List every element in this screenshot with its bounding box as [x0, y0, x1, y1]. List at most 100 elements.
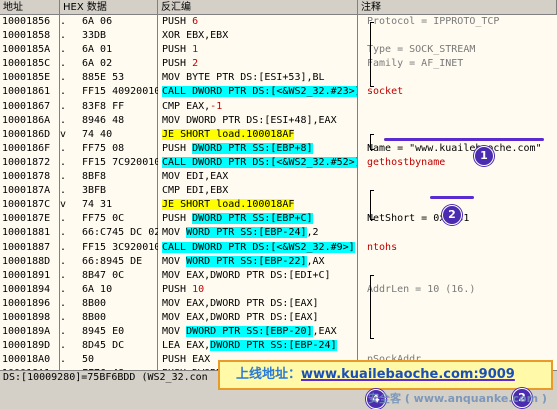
hex-cell: 885E 53 [82, 72, 125, 84]
disasm-cell: JE SHORT load.100018AF [162, 128, 357, 142]
disasm-token: PUSH [162, 142, 193, 154]
jump-marker: . [60, 30, 67, 42]
address-cell: 10001881 [2, 227, 51, 239]
comment-cell: Protocol = IPPROTO_TCP [367, 15, 557, 29]
instruction-row[interactable]: 1000185C. 6A 02 PUSH 2 Family = AF_INET [0, 57, 557, 71]
address-cell: 1000187C [2, 199, 51, 211]
comment-cell: Type = SOCK_STREAM [367, 43, 557, 57]
comment-cell: Family = AF_INET [367, 57, 557, 71]
address-cell: 1000187A [2, 185, 51, 197]
callout-url: www.kuailebaoche.com:9009 [301, 367, 515, 382]
instruction-row[interactable]: 1000189D. 8D45 DC LEA EAX,DWORD PTR SS:[EB… [0, 339, 557, 353]
disasm-cell: CMP EDI,EBX [162, 184, 357, 198]
address-cell: 1000186A [2, 114, 51, 126]
disasm-cell: CALL DWORD PTR DS:[<&WS2_32.#52>] [162, 156, 357, 170]
instruction-list[interactable]: 10001856. 6A 06 PUSH 6 Protocol = IPPROTO_T… [0, 15, 557, 370]
hex-cell: 6A 06 [82, 16, 113, 27]
jump-marker: . [60, 354, 67, 366]
address-cell: 1000186F [2, 142, 51, 154]
disasm-cell: MOV EDI,EAX [162, 170, 357, 184]
instruction-row[interactable]: 1000188D. 66:8945 DE MOV WORD PTR SS:[EBP-… [0, 255, 557, 269]
disasm-cell: PUSH 2 [162, 57, 357, 71]
hex-cell: 74 40 [82, 128, 113, 140]
instruction-row[interactable]: 1000189A. 8945 E0 MOV DWORD PTR SS:[EBP-20… [0, 325, 557, 339]
column-header-comment[interactable]: 注释 [358, 0, 557, 15]
comment-token: Name = "www.kuailebaoche.com" [367, 142, 542, 154]
disasm-token: LEA EAX, [162, 340, 211, 352]
hex-cell: 3BFB [82, 185, 107, 197]
call-args-bracket [370, 134, 374, 150]
jump-marker: v [60, 199, 67, 211]
disasm-token: ,2 [306, 227, 319, 239]
call-args-bracket [370, 190, 374, 220]
instruction-row[interactable]: 1000186A. 8946 48 MOV DWORD PTR DS:[ESI+48… [0, 114, 557, 128]
hex-cell: 8946 48 [82, 114, 125, 126]
disasm-cell: MOV WORD PTR SS:[EBP-24],2 [162, 226, 357, 240]
disasm-token: WORD PTR SS:[EBP-22] [186, 255, 307, 267]
comment-cell: socket [367, 85, 557, 99]
hex-cell: 66:C745 DC 02 [82, 227, 158, 239]
disasm-token: MOV EDI,EAX [162, 171, 229, 183]
disasm-token: PUSH [162, 16, 193, 27]
disasm-token: JE [162, 199, 175, 211]
comment-cell: NetShort = 0x2331 [367, 212, 557, 226]
jump-marker: . [60, 72, 67, 84]
disasm-token: MOV [162, 326, 187, 338]
instruction-row[interactable]: 10001881. 66:C745 DC 02 MOV WORD PTR SS:[E… [0, 226, 557, 240]
jump-marker: . [60, 114, 67, 126]
hex-cell: FF75 0C [82, 213, 125, 225]
jump-marker: . [60, 58, 67, 70]
jump-marker: . [60, 142, 67, 154]
step-badge-2: 2 [442, 205, 462, 225]
jump-marker: . [60, 86, 67, 98]
hex-cell: 8B00 [82, 297, 107, 309]
instruction-row[interactable]: 1000185E. 885E 53 MOV BYTE PTR DS:[ESI+53]… [0, 71, 557, 85]
instruction-row[interactable]: 10001861. FF15 40920010 CALL DWORD PTR DS:… [0, 85, 557, 99]
disasm-token: MOV [162, 255, 187, 267]
hex-cell: 8BF8 [82, 171, 107, 183]
disasm-token: WORD PTR SS:[EBP-24] [186, 227, 307, 239]
disassembly-pane[interactable]: 地址 HEX 数据 反汇编 注释 10001856. 6A 06 PUSH 6 Pro… [0, 0, 557, 370]
instruction-row[interactable]: 10001894. 6A 10 PUSH 10 AddrLen = 10 (16.) [0, 283, 557, 297]
instruction-row[interactable]: 10001887. FF15 3C920010 CALL DWORD PTR DS:… [0, 241, 557, 255]
column-header-disasm[interactable]: 反汇编 [158, 0, 358, 15]
jump-marker: . [60, 326, 67, 338]
disasm-token: MOV [162, 227, 187, 239]
hex-cell: 6A 01 [82, 44, 113, 56]
disasm-token: DWORD PTR DS:[<&WS2_32.#9>] [186, 241, 355, 253]
instruction-row[interactable]: 10001856. 6A 06 PUSH 6 Protocol = IPPROTO_T… [0, 15, 557, 29]
disasm-token: 1 [192, 44, 199, 56]
column-header-address[interactable]: 地址 [0, 0, 60, 15]
comment-cell: gethostbyname [367, 156, 557, 170]
disasm-cell: JE SHORT load.100018AF [162, 198, 357, 212]
instruction-row[interactable]: 1000187E. FF75 0C PUSH DWORD PTR SS:[EBP+C… [0, 212, 557, 226]
jump-marker: . [60, 311, 67, 323]
step-badge-1: 1 [474, 146, 494, 166]
comment-token: Family = AF_INET [367, 58, 464, 70]
instruction-row[interactable]: 10001891. 8B47 0C MOV EAX,DWORD PTR DS:[ED… [0, 269, 557, 283]
instruction-row[interactable]: 10001896. 8B00 MOV EAX,DWORD PTR DS:[EAX] [0, 297, 557, 311]
hex-cell: FF75 08 [82, 142, 125, 154]
comment-token: AddrLen = 10 (16.) [367, 283, 476, 295]
disasm-token: DWORD PTR DS:[<&WS2_32.#52>] [186, 156, 357, 168]
disasm-cell: MOV BYTE PTR DS:[ESI+53],BL [162, 71, 357, 85]
disasm-cell: PUSH 1 [162, 43, 357, 57]
instruction-row[interactable]: 1000185A. 6A 01 PUSH 1 Type = SOCK_STREAM [0, 43, 557, 57]
callout-label: 上线地址： [236, 367, 302, 382]
disasm-token: DWORD PTR SS:[EBP-20] [186, 326, 313, 338]
instruction-row[interactable]: 10001878. 8BF8 MOV EDI,EAX [0, 170, 557, 184]
hex-cell: FF15 40920010 [82, 86, 158, 98]
disasm-cell: LEA EAX,DWORD PTR SS:[EBP-24] [162, 339, 357, 353]
column-header-hex[interactable]: HEX 数据 [60, 0, 158, 15]
disasm-token: CALL [162, 156, 187, 168]
instruction-row[interactable]: 10001898. 8B00 MOV EAX,DWORD PTR DS:[EAX] [0, 311, 557, 325]
address-cell: 10001894 [2, 283, 51, 295]
hex-cell: 6A 10 [82, 283, 113, 295]
disasm-cell: MOV EAX,DWORD PTR DS:[EAX] [162, 311, 357, 325]
instruction-row[interactable]: 10001858. 33DB XOR EBX,EBX [0, 29, 557, 43]
instruction-row[interactable]: 1000187C v 74 31 JE SHORT load.100018AF [0, 198, 557, 212]
comment-cell: ntohs [367, 241, 557, 255]
jump-marker: . [60, 227, 67, 239]
address-cell: 10001898 [2, 311, 51, 323]
instruction-row[interactable]: 10001867. 83F8 FF CMP EAX,-1 [0, 100, 557, 114]
